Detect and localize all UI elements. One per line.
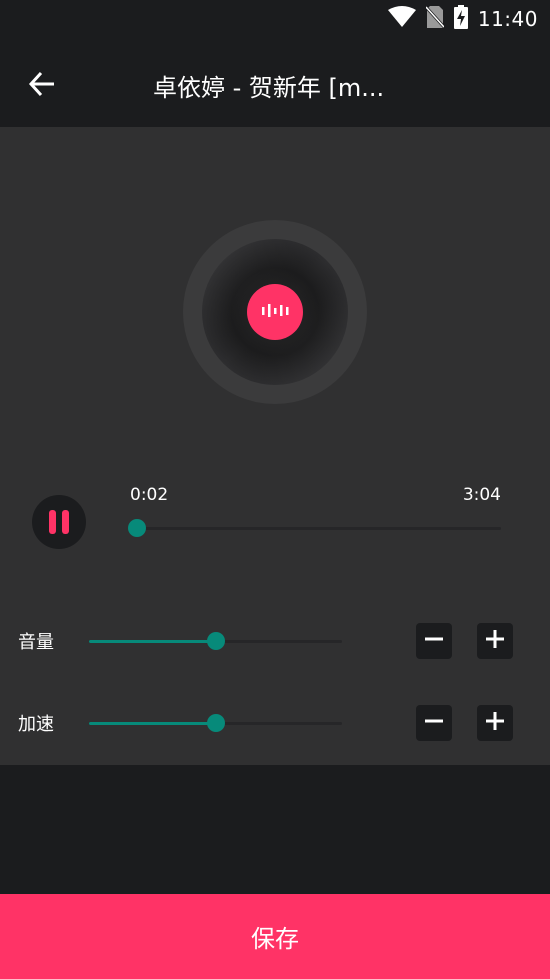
- minus-icon: [424, 711, 444, 735]
- audio-wave-icon: [261, 302, 289, 322]
- seek-thumb[interactable]: [128, 519, 146, 537]
- status-bar: 11:40: [0, 0, 550, 38]
- volume-fill: [89, 640, 216, 643]
- back-button[interactable]: [18, 62, 66, 110]
- volume-row: 音量: [0, 621, 550, 661]
- playback-row: 0:02 3:04: [0, 482, 550, 562]
- save-button[interactable]: 保存: [0, 894, 550, 979]
- no-sim-icon: [424, 5, 445, 33]
- arrow-left-icon: [28, 70, 56, 102]
- page-title: 卓依婷 - 贺新年 [m...: [153, 74, 385, 102]
- speed-fill: [89, 722, 216, 725]
- app-bar: 卓依婷 - 贺新年 [m...: [0, 38, 550, 127]
- total-time: 3:04: [462, 485, 501, 505]
- volume-increase-button[interactable]: [477, 623, 513, 659]
- speed-row: 加速: [0, 703, 550, 743]
- speed-decrease-button[interactable]: [416, 705, 452, 741]
- volume-label: 音量: [18, 632, 54, 653]
- vinyl-disc: [183, 220, 367, 404]
- pause-icon: [49, 510, 56, 534]
- speed-slider[interactable]: [89, 714, 342, 732]
- speed-label: 加速: [18, 714, 54, 735]
- disc-center-label: [247, 284, 303, 340]
- plus-icon: [485, 629, 505, 653]
- volume-slider[interactable]: [89, 632, 342, 650]
- battery-charging-icon: [453, 5, 468, 33]
- pause-icon: [62, 510, 69, 534]
- minus-icon: [424, 629, 444, 653]
- current-time: 0:02: [130, 485, 169, 505]
- status-icons: 11:40: [387, 0, 538, 38]
- speed-increase-button[interactable]: [477, 705, 513, 741]
- seek-slider[interactable]: [128, 519, 501, 537]
- speed-thumb[interactable]: [206, 714, 225, 732]
- status-time: 11:40: [477, 7, 538, 31]
- volume-thumb[interactable]: [206, 632, 225, 650]
- pause-button[interactable]: [32, 495, 86, 549]
- volume-decrease-button[interactable]: [416, 623, 452, 659]
- plus-icon: [485, 711, 505, 735]
- wifi-icon: [387, 6, 416, 32]
- player-panel: 0:02 3:04 音量 加速: [0, 127, 550, 765]
